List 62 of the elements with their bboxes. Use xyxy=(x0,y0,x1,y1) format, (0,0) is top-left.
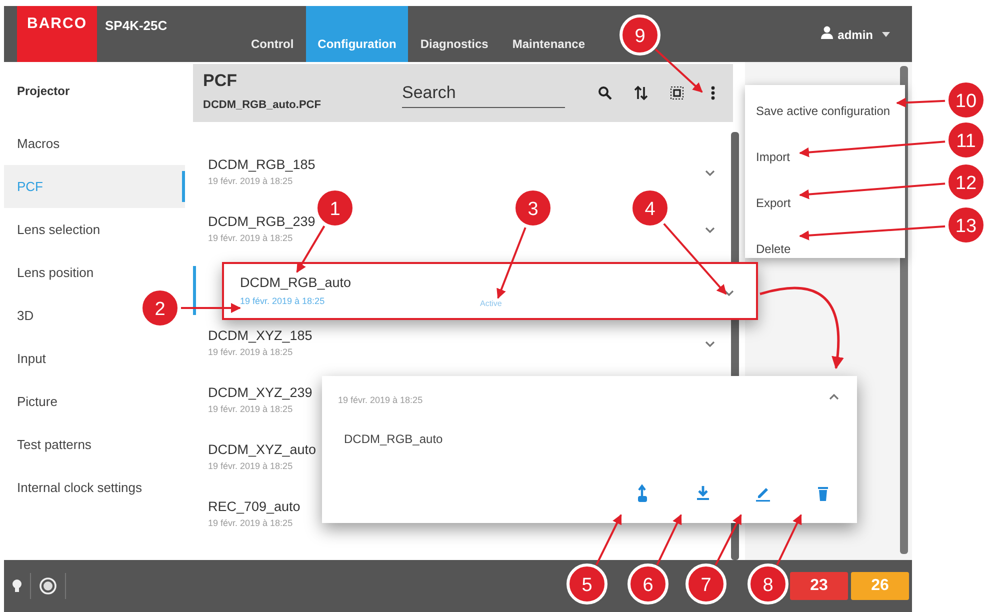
file-date: 19 févr. 2019 à 18:25 xyxy=(208,460,293,473)
expand-chevron-icon[interactable] xyxy=(705,170,715,176)
expand-chevron-icon[interactable] xyxy=(724,290,734,296)
sidebar-item[interactable]: Picture xyxy=(4,380,185,423)
nav-tab[interactable]: Control xyxy=(239,6,306,62)
callout-marker: 10 xyxy=(946,80,986,120)
projector-model: SP4K-25C xyxy=(104,17,168,35)
download-icon[interactable] xyxy=(694,484,712,502)
menu-item[interactable]: Export xyxy=(745,187,905,219)
leader-arrow xyxy=(714,514,742,566)
file-date: 19 févr. 2019 à 18:25 xyxy=(240,294,325,308)
file-date: 19 févr. 2019 à 18:25 xyxy=(208,346,293,359)
menu-item[interactable]: Import xyxy=(745,141,905,173)
nav-tab[interactable]: Diagnostics xyxy=(408,6,500,62)
menu-item[interactable]: Save active configuration xyxy=(745,95,905,127)
selected-file-row[interactable]: DCDM_RGB_auto 19 févr. 2019 à 18:25 Active xyxy=(222,262,758,320)
leader-arrow xyxy=(595,514,622,566)
file-status: Active xyxy=(480,298,502,310)
sidebar-item[interactable]: Lens selection xyxy=(4,208,185,251)
file-name[interactable]: DCDM_XYZ_185 xyxy=(208,329,312,344)
active-file-name: DCDM_RGB_auto.PCF xyxy=(203,98,321,114)
sidebar-item[interactable]: Test patterns xyxy=(4,423,185,466)
leader-arrow xyxy=(656,514,682,566)
shutter-icon[interactable] xyxy=(39,577,57,595)
leader-arrow xyxy=(181,303,241,313)
leader-arrow xyxy=(896,98,946,108)
file-name[interactable]: DCDM_XYZ_auto xyxy=(208,443,316,458)
user-menu[interactable]: admin xyxy=(838,26,873,44)
file-name[interactable]: DCDM_RGB_239 xyxy=(208,215,316,230)
callout-marker: 13 xyxy=(946,204,986,246)
callout-marker: 11 xyxy=(946,120,986,160)
panel-title: PCF xyxy=(203,72,238,92)
collapse-chevron-icon[interactable] xyxy=(829,394,839,400)
alert-count[interactable]: 23 xyxy=(790,572,848,600)
file-name[interactable]: DCDM_RGB_185 xyxy=(208,158,316,173)
file-date: 19 févr. 2019 à 18:25 xyxy=(208,232,293,245)
file-date: 19 févr. 2019 à 18:25 xyxy=(208,516,293,530)
leader-arrow xyxy=(663,223,727,295)
sidebar-item[interactable]: Input xyxy=(4,337,185,380)
lightbulb-icon[interactable] xyxy=(12,579,22,593)
sidebar-title: Projector xyxy=(16,83,71,100)
leader-arrow xyxy=(496,227,526,299)
file-name[interactable]: REC_709_auto xyxy=(208,500,300,515)
nav-tab[interactable]: Maintenance xyxy=(500,6,598,62)
caret-icon[interactable] xyxy=(882,32,890,37)
file-name: DCDM_RGB_auto xyxy=(344,430,444,448)
callout-marker: 12 xyxy=(946,162,986,202)
file-name: DCDM_RGB_auto xyxy=(240,276,352,291)
file-date: 19 févr. 2019 à 18:25 xyxy=(338,394,423,407)
expand-chevron-icon[interactable] xyxy=(705,227,715,233)
brand-logo: BARCO xyxy=(17,6,97,62)
file-name[interactable]: DCDM_XYZ_239 xyxy=(208,386,312,401)
user-icon xyxy=(820,26,833,39)
file-date: 19 févr. 2019 à 18:25 xyxy=(208,402,293,416)
file-date: 19 févr. 2019 à 18:25 xyxy=(208,174,293,188)
search-field[interactable]: Search xyxy=(402,78,565,108)
sidebar-item[interactable]: Internal clock settings xyxy=(4,466,185,509)
menu-item[interactable]: Delete xyxy=(745,233,905,265)
expand-chevron-icon[interactable] xyxy=(705,341,715,347)
leader-arrow xyxy=(654,48,703,93)
leader-arrow xyxy=(776,514,802,566)
sidebar-item[interactable]: Macros xyxy=(4,122,185,165)
